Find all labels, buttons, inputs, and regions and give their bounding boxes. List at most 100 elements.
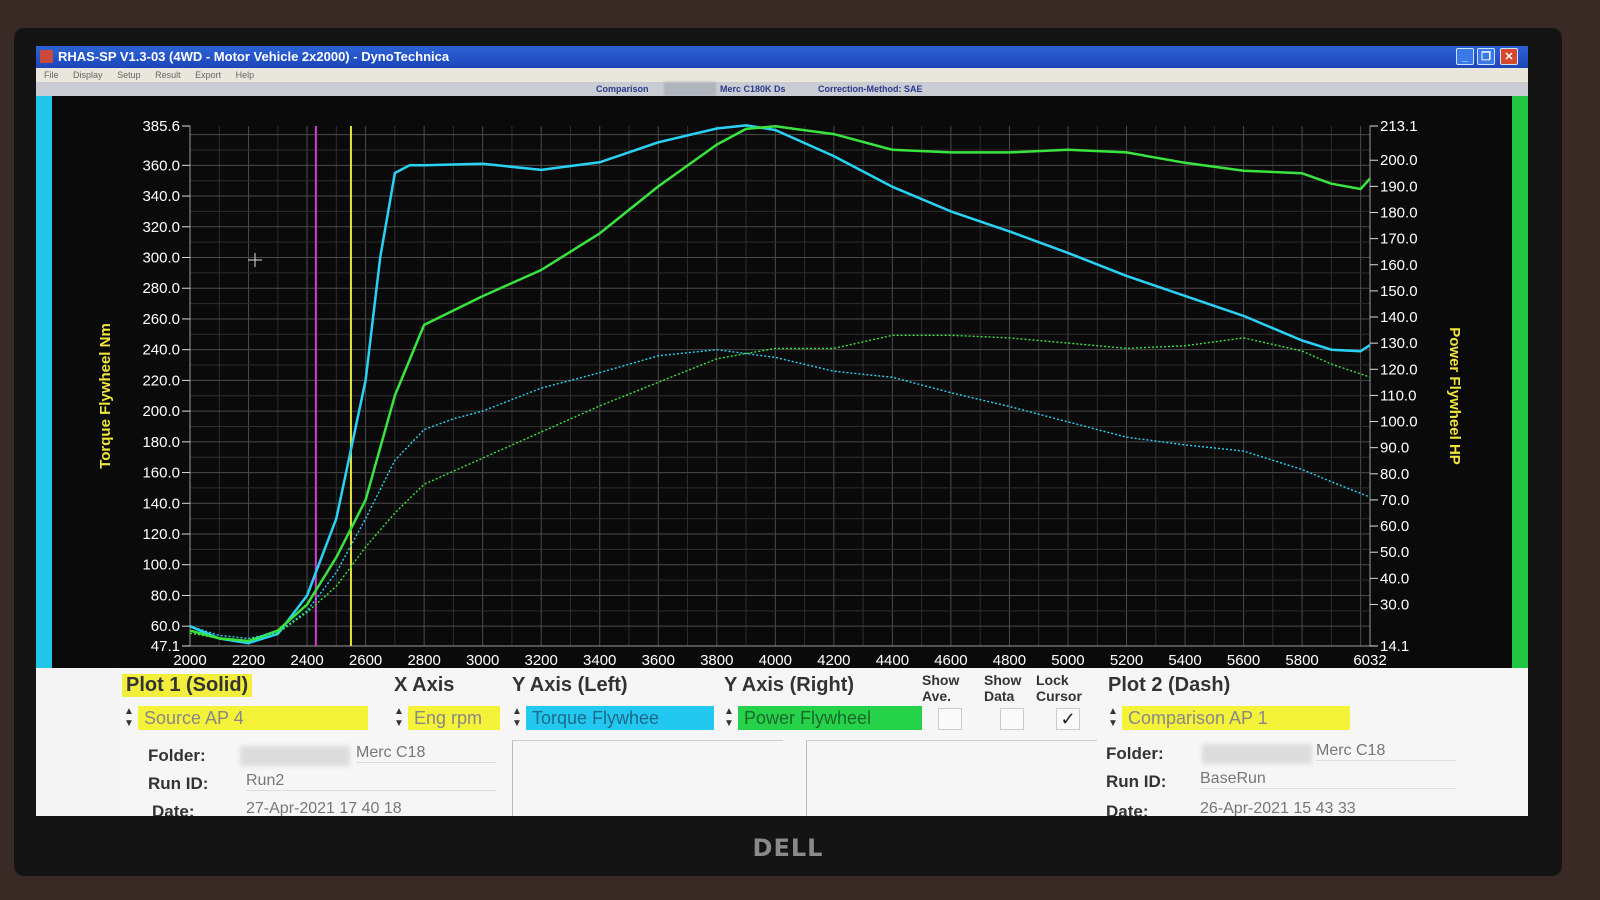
x-tick-label: 5400 [1168,652,1201,668]
y-right-tick-label: 170.0 [1380,231,1418,248]
chart-ticks: 2000 2200 2400 2600 2800 3000 3200 3400 3600 3800… [142,118,1417,668]
plot2-folder-value: Merc C18 [1316,742,1456,761]
x-tick-label: 5800 [1285,652,1318,668]
x-tick-label: 2400 [290,652,323,668]
x-tick-label: 5200 [1110,652,1143,668]
plot2-runid-value: BaseRun [1200,770,1456,789]
plot2-folder-label: Folder: [1106,744,1164,763]
plot2-header: Plot 2 (Dash) [1108,674,1231,696]
x-tick-label: 4800 [993,652,1026,668]
window-title: RHAS-SP V1.3-03 (4WD - Motor Vehicle 2x2… [58,49,450,64]
monitor-bezel: RHAS-SP V1.3-03 (4WD - Motor Vehicle 2x2… [14,28,1562,876]
y-left-tick-label: 340.0 [142,188,180,205]
chart-grid [189,126,1371,647]
plot1-folder-redacted [240,746,350,766]
y-right-header: Y Axis (Right) [724,674,855,696]
y-right-spinner[interactable]: ▲ ▼ [724,706,734,730]
control-panel: Plot 1 (Solid) X Axis Y Axis (Left) Y Ax… [116,668,1528,816]
torque-solid-line [189,124,1371,645]
y-left-tick-label: 200.0 [142,403,180,420]
y-left-tick-label: 240.0 [142,342,180,359]
comparison-spinner[interactable]: ▲ ▼ [1108,706,1118,730]
show-data-checkbox[interactable] [1000,708,1024,730]
y-axis-right-label: Power Flywheel HP [1446,327,1463,465]
menu-display[interactable]: Display [73,70,103,80]
x-axis-select[interactable]: Eng rpm [408,706,500,730]
menu-bar: File Display Setup Result Export Help [36,68,1528,82]
x-tick-label: 4200 [817,652,850,668]
plot1-folder-value: Merc C18 [356,744,496,763]
y-left-tick-label: 60.0 [151,618,180,635]
menu-setup[interactable]: Setup [117,70,141,80]
menu-file[interactable]: File [44,70,59,80]
show-ave-label: Show Ave. [922,672,960,704]
plot2-folder-redacted [1202,744,1312,764]
x-tick-label: 2600 [349,652,382,668]
y-left-tick-label: 47.1 [151,638,180,655]
stats-box-right [806,740,1097,816]
y-right-tick-label: 120.0 [1380,361,1418,378]
x-tick-label: 3400 [583,652,616,668]
chart-cursors [314,126,352,646]
y-right-tick-label: 130.0 [1380,335,1418,352]
y-right-tick-label: 150.0 [1380,283,1418,300]
y-right-select[interactable]: Power Flywheel [738,706,922,730]
y-left-tick-label: 100.0 [142,557,180,574]
x-tick-label: 4400 [876,652,909,668]
y-left-select[interactable]: Torque Flywhee [526,706,714,730]
menu-export[interactable]: Export [195,70,221,80]
x-tick-label: 4000 [759,652,792,668]
crosshair-cursor [248,253,262,267]
source-select[interactable]: Source AP 4 [138,706,368,730]
menu-help[interactable]: Help [236,70,255,80]
plot2-date-label: Date: [1106,802,1149,816]
power-axis-bar [1512,96,1528,668]
app-window: RHAS-SP V1.3-03 (4WD - Motor Vehicle 2x2… [36,46,1528,816]
plot1-header: Plot 1 (Solid) [122,674,253,697]
comparison-select[interactable]: Comparison AP 1 [1122,706,1350,730]
plot1-date-label: Date: [152,802,195,816]
source-spinner[interactable]: ▲ ▼ [124,706,134,730]
plot1-runid-label: Run ID: [148,774,209,793]
x-tick-label: 3200 [525,652,558,668]
dyno-chart[interactable]: 2000 2200 2400 2600 2800 3000 3200 3400 3600 3800… [52,96,1512,668]
show-ave-checkbox[interactable] [938,708,962,730]
y-right-tick-label: 213.1 [1380,118,1418,135]
y-right-tick-label: 180.0 [1380,204,1418,221]
y-right-tick-label: 50.0 [1380,544,1409,561]
maximize-button[interactable]: ❐ [1477,48,1495,65]
x-tick-label: 3000 [466,652,499,668]
y-left-tick-label: 220.0 [142,372,180,389]
x-tick-label: 4600 [934,652,967,668]
app-icon [40,50,53,63]
info-redacted [664,82,716,96]
torque-axis-bar [36,96,52,668]
minimize-button[interactable]: _ [1456,48,1474,65]
y-right-tick-label: 80.0 [1380,466,1409,483]
y-left-tick-label: 120.0 [142,526,180,543]
y-axis-left-label: Torque Flywheel Nm [97,323,114,469]
x-tick-label: 2800 [407,652,440,668]
y-right-tick-label: 40.0 [1380,570,1409,587]
menu-result[interactable]: Result [155,70,181,80]
plot1-folder-label: Folder: [148,746,206,765]
lock-cursor-checkbox[interactable]: ✓ [1056,708,1080,730]
stats-box-left [512,740,783,816]
y-right-tick-label: 110.0 [1380,387,1416,404]
x-axis-spinner[interactable]: ▲ ▼ [394,706,404,730]
show-data-label: Show Data [984,672,1022,704]
x-tick-label: 5000 [1051,652,1084,668]
info-correction: Correction-Method: SAE [818,84,923,94]
dell-logo: DELL [752,834,824,862]
y-right-tick-label: 90.0 [1380,440,1409,457]
y-left-tick-label: 180.0 [142,434,180,451]
y-left-tick-label: 360.0 [142,157,180,174]
plot2-runid-label: Run ID: [1106,772,1167,791]
y-left-spinner[interactable]: ▲ ▼ [512,706,522,730]
y-left-tick-label: 300.0 [142,249,180,266]
x-tick-label: 2200 [232,652,265,668]
close-button[interactable]: ✕ [1500,48,1518,65]
y-left-tick-label: 160.0 [142,465,180,482]
y-right-tick-label: 14.1 [1380,638,1409,655]
plot1-date-value: 27-Apr-2021 17 40 18 [246,800,496,816]
